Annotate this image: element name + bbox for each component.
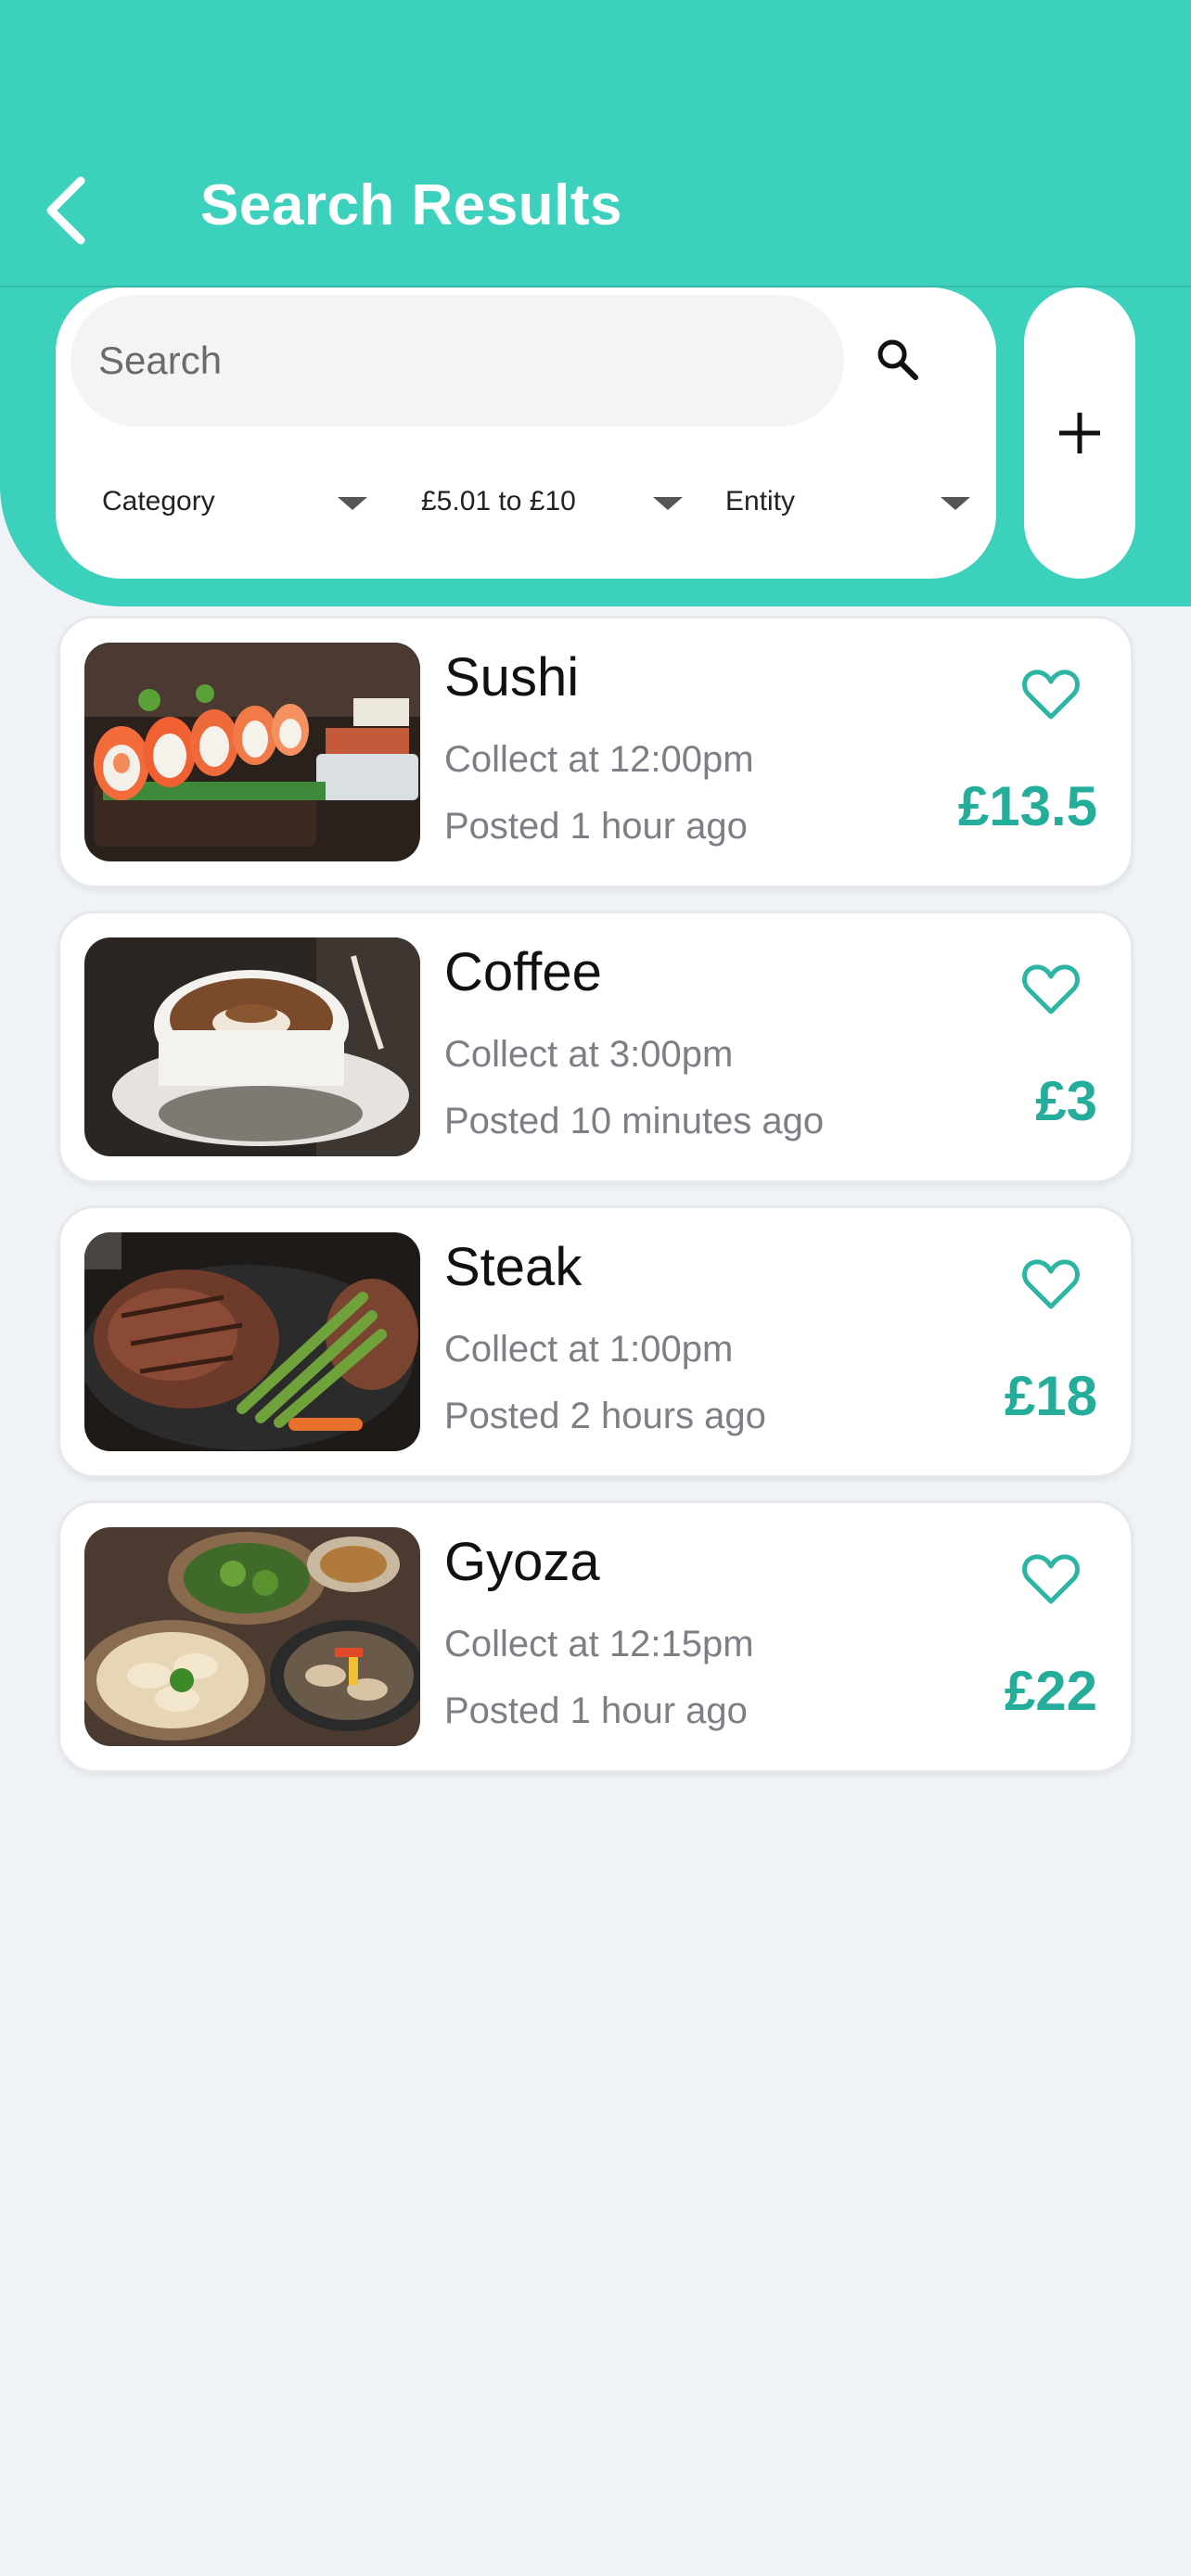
item-price: £3	[1035, 1070, 1097, 1132]
result-card[interactable]: Steak Collect at 1:00pm Posted 2 hours a…	[58, 1205, 1133, 1478]
item-posted-time: Posted 1 hour ago	[444, 1690, 748, 1731]
search-panel: Category £5.01 to £10 Entity	[56, 287, 996, 579]
price-filter[interactable]: £5.01 to £10	[421, 469, 699, 534]
item-title: Gyoza	[444, 1532, 600, 1592]
result-card[interactable]: Sushi Collect at 12:00pm Posted 1 hour a…	[58, 616, 1133, 888]
sushi-image	[84, 643, 420, 861]
item-collect-time: Collect at 1:00pm	[444, 1329, 734, 1370]
item-price: £18	[1004, 1365, 1097, 1427]
price-filter-label: £5.01 to £10	[421, 486, 576, 516]
plus-icon	[1059, 413, 1100, 453]
gyoza-image	[84, 1527, 420, 1746]
item-posted-time: Posted 10 minutes ago	[444, 1101, 825, 1141]
result-card[interactable]: Coffee Collect at 3:00pm Posted 10 minut…	[58, 911, 1133, 1183]
add-button[interactable]	[1024, 287, 1135, 579]
page-title: Search Results	[200, 173, 622, 237]
search-button[interactable]	[868, 330, 928, 389]
item-collect-time: Collect at 12:00pm	[444, 739, 754, 780]
category-filter-label: Category	[102, 486, 215, 516]
chevron-down-icon	[653, 497, 683, 510]
search-icon	[877, 339, 918, 380]
search-results-screen: Search Results Category £5.01 to £10 Ent…	[0, 0, 1191, 2576]
heart-icon[interactable]	[1021, 1551, 1081, 1607]
item-title: Sushi	[444, 647, 580, 708]
heart-icon[interactable]	[1021, 962, 1081, 1017]
chevron-down-icon	[941, 497, 970, 510]
category-filter[interactable]: Category	[102, 469, 380, 534]
item-price: £22	[1004, 1660, 1097, 1722]
heart-icon[interactable]	[1021, 667, 1081, 722]
entity-filter[interactable]: Entity	[725, 469, 985, 534]
result-card[interactable]: Gyoza Collect at 12:15pm Posted 1 hour a…	[58, 1500, 1133, 1773]
item-title: Coffee	[444, 942, 602, 1002]
item-collect-time: Collect at 12:15pm	[444, 1624, 754, 1664]
item-price: £13.5	[957, 775, 1097, 837]
item-posted-time: Posted 1 hour ago	[444, 806, 748, 847]
search-field-wrapper	[70, 295, 844, 427]
coffee-image	[84, 937, 420, 1156]
entity-filter-label: Entity	[725, 486, 796, 516]
item-collect-time: Collect at 3:00pm	[444, 1034, 734, 1075]
chevron-down-icon	[338, 497, 367, 510]
search-input[interactable]	[98, 338, 822, 383]
item-posted-time: Posted 2 hours ago	[444, 1396, 766, 1436]
item-title: Steak	[444, 1237, 583, 1297]
chevron-left-icon	[46, 176, 85, 245]
header-bar: Search Results	[0, 0, 1191, 287]
back-button[interactable]	[28, 169, 102, 252]
steak-image	[84, 1232, 420, 1451]
heart-icon[interactable]	[1021, 1256, 1081, 1312]
